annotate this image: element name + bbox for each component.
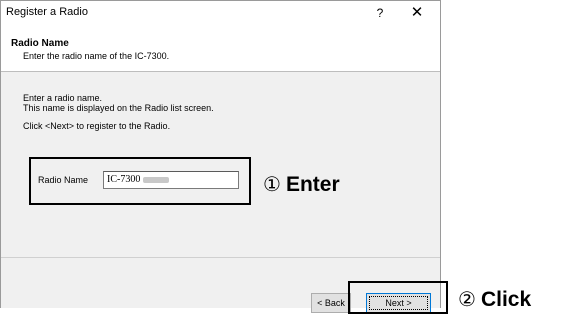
- title-bar: Register a Radio ? ✕: [1, 1, 440, 26]
- enter-annotation: ① Enter: [263, 172, 340, 197]
- instruction-line: Click <Next> to register to the Radio.: [23, 121, 171, 131]
- next-callout-box: [348, 281, 448, 314]
- radio-name-callout-box: Radio Name IC-7300: [29, 157, 251, 205]
- radio-name-value: IC-7300: [107, 174, 141, 185]
- register-radio-dialog: Register a Radio ? ✕ Radio Name Enter th…: [0, 0, 441, 313]
- help-button[interactable]: ?: [367, 2, 393, 24]
- page-subtitle: Enter the radio name of the IC-7300.: [23, 51, 170, 61]
- back-button[interactable]: < Back: [311, 293, 351, 313]
- click-annotation: ② Click: [458, 287, 531, 312]
- instruction-line: Enter a radio name.: [23, 93, 103, 103]
- window-title: Register a Radio: [6, 6, 88, 18]
- page-title: Radio Name: [11, 38, 69, 49]
- radio-name-input[interactable]: IC-7300: [103, 171, 239, 189]
- close-button[interactable]: ✕: [402, 2, 432, 24]
- enter-annotation-text: Enter: [285, 173, 340, 196]
- instruction-line: This name is displayed on the Radio list…: [23, 103, 214, 113]
- wizard-header: Radio Name Enter the radio name of the I…: [1, 26, 440, 72]
- radio-name-label: Radio Name: [38, 175, 89, 185]
- redacted-serial: [143, 176, 170, 183]
- click-annotation-text: Click: [480, 288, 532, 311]
- step-one-marker: ①: [263, 172, 281, 196]
- step-two-marker: ②: [458, 287, 476, 311]
- back-button-label: < Back: [317, 298, 345, 308]
